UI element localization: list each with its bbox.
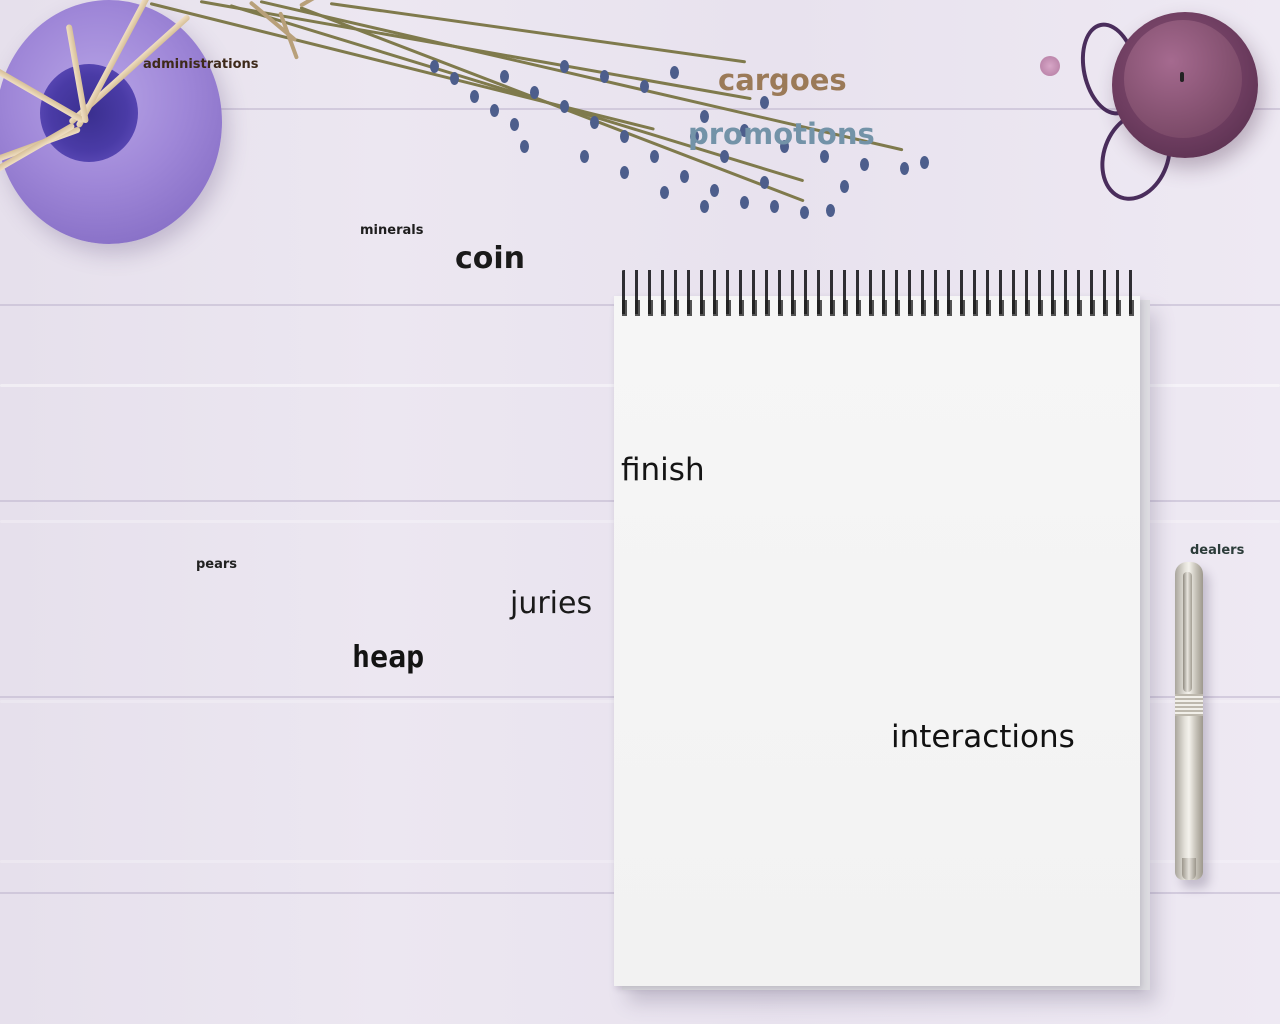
candle-wick xyxy=(1180,72,1184,82)
word-finish: finish xyxy=(621,452,705,488)
word-dealers: dealers xyxy=(1190,543,1245,558)
word-heap: heap xyxy=(352,640,425,675)
pen-tip xyxy=(1182,858,1196,880)
word-cargoes: cargoes xyxy=(718,63,847,97)
word-pears: pears xyxy=(196,557,238,572)
word-coin: coin xyxy=(455,241,526,276)
word-interactions: interactions xyxy=(891,719,1075,755)
word-minerals: minerals xyxy=(360,223,424,238)
word-administrations: administrations xyxy=(143,57,259,72)
spiral-notebook xyxy=(614,296,1140,986)
pen-grip-band xyxy=(1175,694,1203,716)
notebook-binding-holes xyxy=(618,300,1140,316)
cord-tassel xyxy=(1040,56,1060,76)
pen-clip xyxy=(1183,572,1192,692)
word-juries: juries xyxy=(510,586,593,621)
word-promotions: promotions xyxy=(688,117,875,151)
